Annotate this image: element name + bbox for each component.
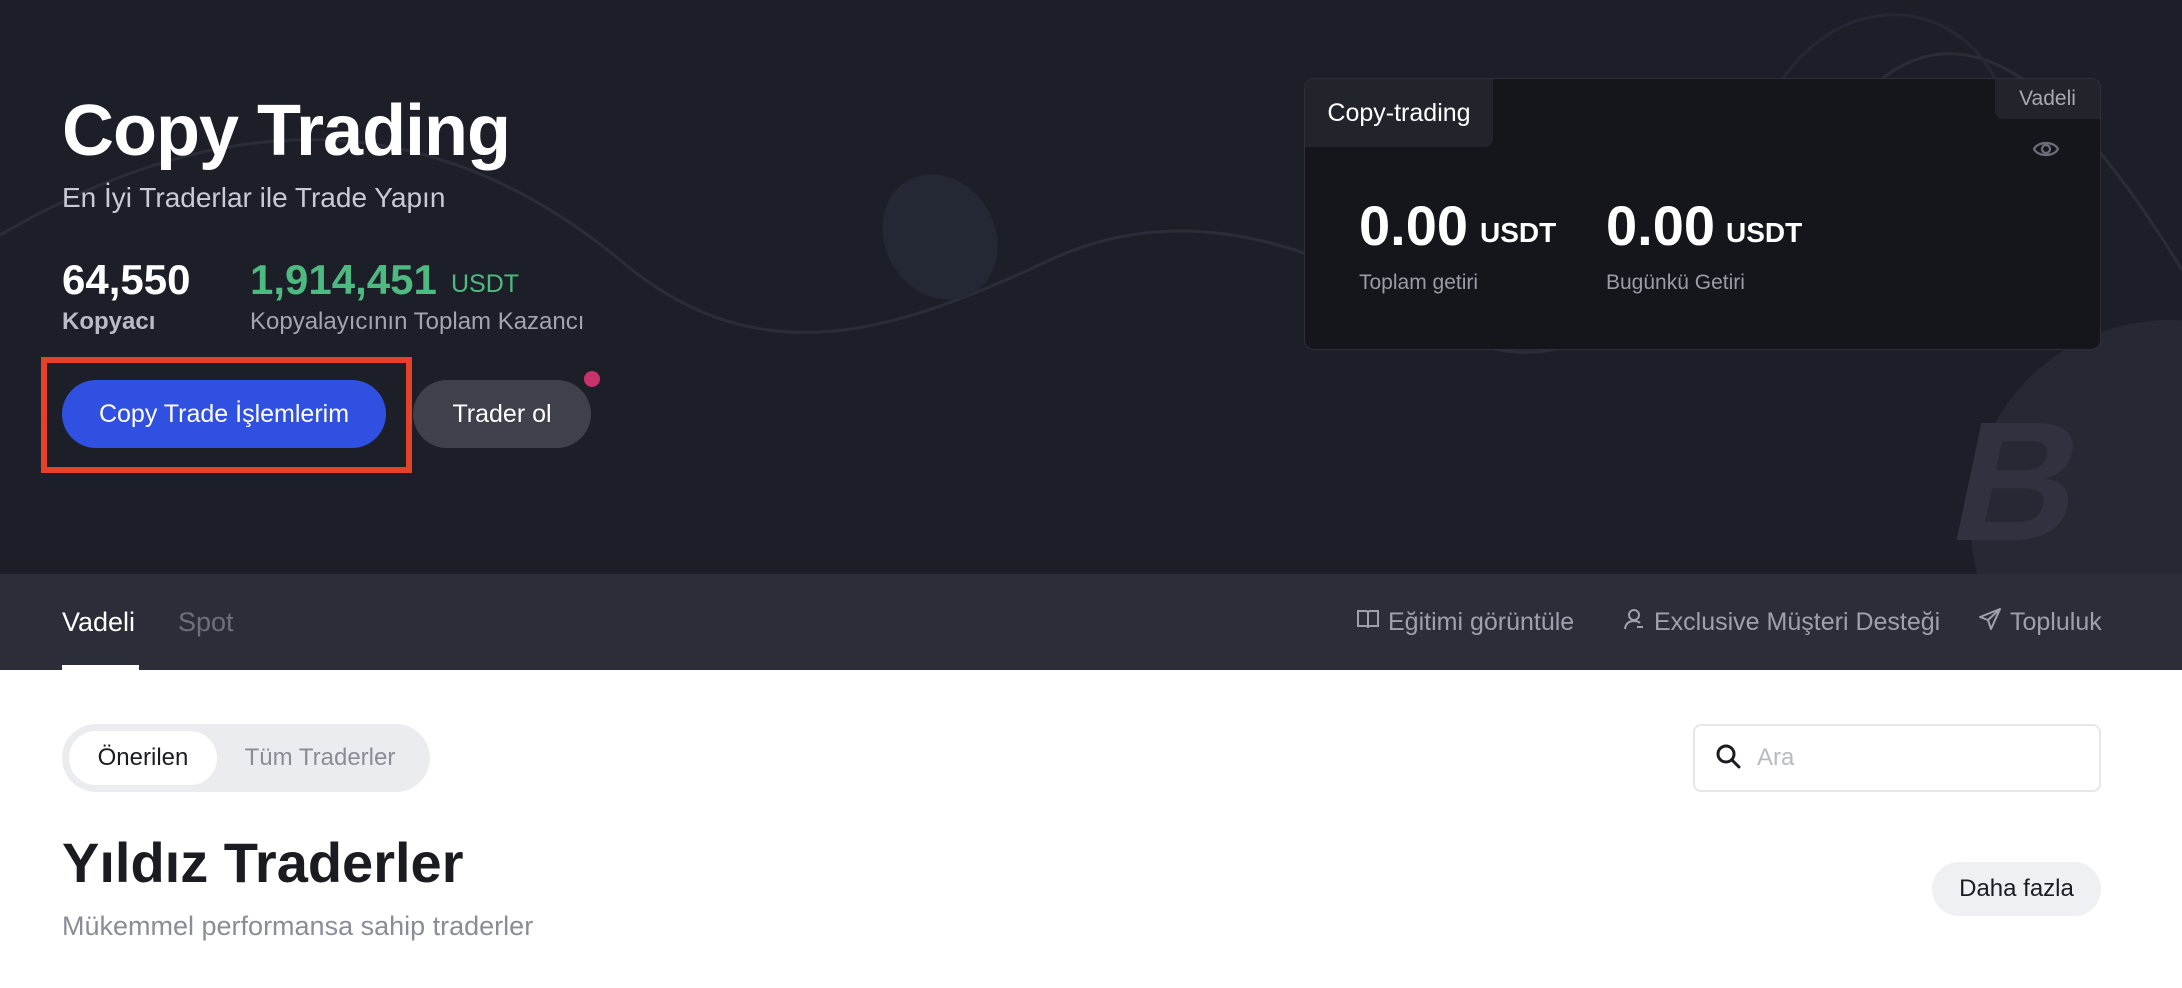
view-tutorial-link[interactable]: Eğitimi görüntüle — [1356, 574, 1574, 670]
community-link[interactable]: Topluluk — [1978, 574, 2102, 670]
page-title: Copy Trading — [62, 91, 511, 171]
total-profit-label: Kopyalayıcının Toplam Kazancı — [250, 308, 585, 335]
trader-filter-toggle: Önerilen Tüm Traderler — [62, 724, 430, 792]
card-badge-futures: Vadeli — [1995, 79, 2100, 119]
today-return-label: Bugünkü Getiri — [1606, 271, 1745, 294]
total-return-unit: USDT — [1480, 217, 1557, 248]
market-tab-bar: Vadeli Spot Eğitimi görüntüle Exclusive … — [0, 574, 2182, 670]
filter-recommended[interactable]: Önerilen — [69, 731, 217, 785]
copy-trading-summary-card: Copy-trading Vadeli 0.00 USDT Toplam get… — [1304, 78, 2101, 350]
total-profit-unit: USDT — [451, 270, 520, 298]
total-return-value: 0.00 — [1359, 194, 1468, 257]
search-input[interactable] — [1757, 744, 2077, 772]
star-traders-subtitle: Mükemmel performansa sahip traderler — [62, 911, 534, 941]
search-icon — [1695, 743, 1741, 774]
star-traders-title: Yıldız Traderler — [62, 831, 464, 894]
user-support-icon — [1622, 607, 1654, 638]
exclusive-support-link[interactable]: Exclusive Müşteri Desteği — [1622, 574, 1940, 670]
send-icon — [1978, 607, 2010, 638]
total-return-label: Toplam getiri — [1359, 271, 1479, 294]
copiers-label: Kopyacı — [62, 308, 156, 335]
total-profit-value: 1,914,451 — [250, 256, 437, 303]
become-trader-button[interactable]: Trader ol — [413, 380, 591, 448]
community-label: Topluluk — [2010, 607, 2102, 636]
notification-dot — [584, 371, 600, 387]
view-tutorial-label: Eğitimi görüntüle — [1388, 607, 1575, 636]
eye-icon[interactable] — [2032, 135, 2060, 163]
filter-all-traders[interactable]: Tüm Traderler — [225, 731, 415, 785]
today-return-value: 0.00 — [1606, 194, 1715, 257]
active-tab-indicator — [62, 665, 139, 670]
today-return-unit: USDT — [1726, 217, 1803, 248]
my-copy-trades-button[interactable]: Copy Trade İşlemlerim — [62, 380, 386, 448]
more-button[interactable]: Daha fazla — [1932, 862, 2101, 916]
trader-search-box — [1693, 724, 2101, 792]
page-subtitle: En İyi Traderlar ile Trade Yapın — [62, 182, 446, 213]
copiers-count: 64,550 — [62, 256, 191, 303]
tab-spot[interactable]: Spot — [178, 574, 234, 670]
card-tab-copy-trading[interactable]: Copy-trading — [1305, 79, 1493, 147]
book-icon — [1356, 607, 1388, 638]
hero-banner: B Copy Trading En İyi Traderlar ile Trad… — [0, 0, 2182, 574]
tab-futures[interactable]: Vadeli — [62, 574, 135, 670]
exclusive-support-label: Exclusive Müşteri Desteği — [1654, 607, 1941, 636]
